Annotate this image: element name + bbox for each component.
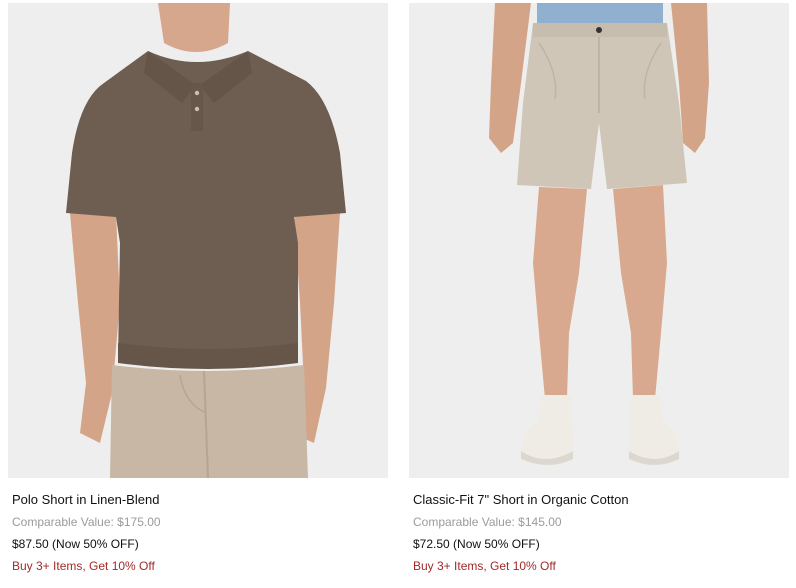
polo-photo: [8, 3, 388, 478]
shorts-photo: [409, 3, 789, 478]
promo-text: Buy 3+ Items, Get 10% Off: [413, 559, 556, 573]
product-grid: Polo Short in Linen-Blend Comparable Val…: [0, 0, 796, 588]
sale-price: $87.50 (Now 50% OFF): [12, 537, 139, 551]
product-title[interactable]: Classic-Fit 7" Short in Organic Cotton: [413, 492, 785, 508]
comparable-value: Comparable Value: $175.00: [12, 515, 161, 529]
product-image-polo[interactable]: [8, 3, 388, 478]
product-info-polo: Polo Short in Linen-Blend Comparable Val…: [8, 492, 388, 574]
product-info-shorts: Classic-Fit 7" Short in Organic Cotton C…: [409, 492, 789, 574]
sale-price: $72.50 (Now 50% OFF): [413, 537, 540, 551]
product-card-shorts: Classic-Fit 7" Short in Organic Cotton C…: [409, 0, 789, 574]
product-title[interactable]: Polo Short in Linen-Blend: [12, 492, 384, 508]
comparable-value: Comparable Value: $145.00: [413, 515, 562, 529]
product-card-polo: Polo Short in Linen-Blend Comparable Val…: [8, 0, 388, 574]
promo-text: Buy 3+ Items, Get 10% Off: [12, 559, 155, 573]
product-image-shorts[interactable]: [409, 3, 789, 478]
